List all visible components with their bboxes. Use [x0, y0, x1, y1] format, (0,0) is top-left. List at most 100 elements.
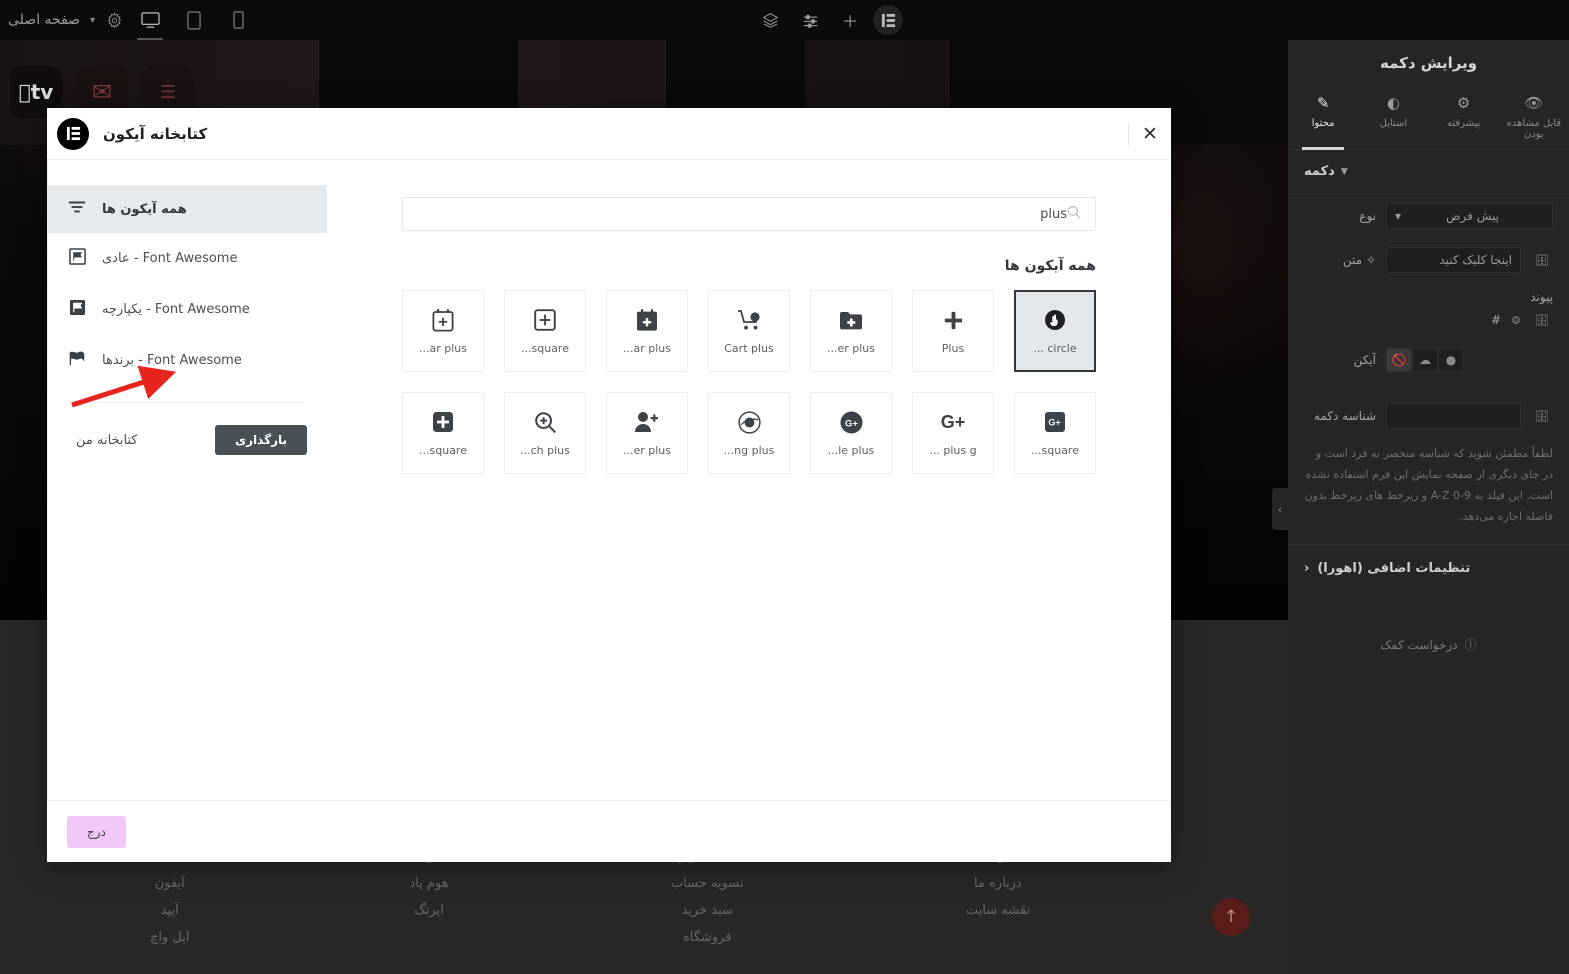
icon-choices: 🚫 ☁ ●: [1386, 348, 1553, 372]
help-request-link[interactable]: درخواست کمک ⓘ: [1288, 636, 1569, 653]
tab-label: پیشرفته: [1446, 118, 1481, 129]
chevron-down-icon: ▾: [1395, 209, 1402, 223]
icon-cell-search-plus[interactable]: ...ch plus: [504, 392, 586, 474]
sidebar-item-all-icons[interactable]: همه آیکون ها: [48, 185, 327, 233]
gear-icon: ⚙: [1456, 94, 1471, 112]
insert-button[interactable]: درج: [67, 815, 126, 848]
close-icon[interactable]: ✕: [1129, 108, 1171, 160]
icon-cell-google-plus-g[interactable]: G+ ... plus g: [912, 392, 994, 474]
tab-style[interactable]: ◐ استایل: [1358, 86, 1428, 149]
tab-visibility[interactable]: 👁 قابل مشاهده بودن: [1499, 86, 1569, 149]
sidebar-item-label: Font Awesome - عادی: [102, 251, 238, 266]
footer-link[interactable]: ایرتگ: [414, 903, 444, 918]
search-wrapper: plus: [327, 197, 1171, 231]
tab-content[interactable]: ✎ محتوا: [1288, 86, 1358, 150]
database-icon[interactable]: 🗄: [1531, 404, 1553, 428]
footer-link[interactable]: آیفون: [155, 876, 185, 891]
footer-link[interactable]: درباره ما: [974, 876, 1022, 891]
icon-cell-plus-square[interactable]: ...square: [504, 290, 586, 372]
type-select[interactable]: پیش فرض ▾: [1386, 203, 1553, 229]
elementor-panel: ویرایش دکمه ✎ محتوا ◐ استایل ⚙ پیشرفته 👁…: [1288, 40, 1569, 974]
device-mobile[interactable]: [221, 0, 255, 40]
panel-title: ویرایش دکمه: [1379, 54, 1478, 72]
section-extra-settings[interactable]: ‹ تنظیمات اضافی (اهورا): [1288, 545, 1569, 592]
icon-cell-user-plus[interactable]: ...er plus: [606, 392, 688, 474]
tab-label: محتوا: [1311, 118, 1335, 129]
chevron-down-icon: ▼: [1340, 166, 1348, 177]
dynamic-icon[interactable]: ✧: [1366, 253, 1376, 267]
section-button[interactable]: دکمه ▼: [1288, 150, 1569, 194]
icon-cell-plus[interactable]: Plus: [912, 290, 994, 372]
text-label: متن: [1342, 253, 1363, 267]
device-desktop[interactable]: [133, 0, 167, 40]
footer-link[interactable]: آیپد: [161, 903, 179, 918]
icon-cell-google-plus-square[interactable]: G+ ...square: [1014, 392, 1096, 474]
control-label: نوع: [1359, 209, 1376, 223]
section-label: دکمه: [1304, 164, 1335, 179]
icon-cell-plus-square-solid[interactable]: ...square: [402, 392, 484, 474]
hand-pointer-circle-icon: [1043, 308, 1067, 333]
button-id-help-text: لطفاً مطمئن شوید که شناسه منحصر به فرد ا…: [1288, 438, 1569, 545]
page-title[interactable]: صفحه اصلی: [0, 12, 88, 28]
footer-link[interactable]: تسویه حساب: [671, 876, 743, 891]
panel-collapse-handle[interactable]: ›: [1272, 488, 1288, 530]
link-options-icon[interactable]: ⚙: [1505, 308, 1527, 332]
icon-cell-folder-plus[interactable]: ...er plus: [810, 290, 892, 372]
my-library-row: کتابخانه من بارگذاری: [48, 403, 327, 455]
device-tablet[interactable]: [177, 0, 211, 40]
tab-advanced[interactable]: ⚙ پیشرفته: [1429, 86, 1499, 149]
text-input[interactable]: اینجا کلیک کنید: [1386, 247, 1521, 273]
svg-text:G+: G+: [845, 418, 858, 429]
icon-label: ...ng plus: [723, 443, 775, 457]
button-id-input[interactable]: [1386, 403, 1521, 429]
icon-cell-hand-pointer-circle[interactable]: ... circle: [1014, 290, 1096, 372]
elementor-logo-icon[interactable]: [873, 5, 904, 35]
control-label: ✧ متن: [1304, 253, 1376, 267]
footer-link[interactable]: سبد خرید: [682, 903, 733, 918]
modal-body: همه آیکون ها Font Awesome - عادی Font Aw…: [47, 160, 1171, 800]
icon-cell-internet-explorer-plus[interactable]: ...ng plus: [708, 392, 790, 474]
icon-label: ...er plus: [622, 443, 672, 457]
calendar-plus-regular-icon: [432, 308, 454, 333]
upload-button[interactable]: بارگذاری: [215, 425, 307, 455]
chevron-down-icon[interactable]: ▾: [90, 15, 95, 26]
footer-link[interactable]: اپل واچ: [150, 930, 190, 945]
footer-link[interactable]: فروشگاه: [683, 930, 732, 945]
modal-footer: درج: [47, 800, 1171, 862]
svg-text:G+: G+: [941, 412, 966, 432]
sliders-icon[interactable]: [793, 3, 827, 37]
topbar-right-tools: ＋: [753, 3, 915, 37]
control-type: نوع پیش فرض ▾: [1288, 194, 1569, 238]
database-icon[interactable]: 🗄: [1531, 308, 1553, 332]
icon-upload-button[interactable]: ☁: [1412, 348, 1438, 372]
search-value: plus: [1040, 206, 1067, 222]
icon-cell-cart-plus[interactable]: Cart plus: [708, 290, 790, 372]
question-circle-icon: ⓘ: [1464, 638, 1477, 652]
control-label: آیکن: [1353, 353, 1376, 367]
cart-plus-icon: [737, 308, 762, 333]
modal-header: کتابخانه آیکون ✕: [47, 108, 1171, 160]
layers-icon[interactable]: [753, 3, 787, 37]
gear-icon[interactable]: [97, 3, 131, 37]
sidebar-item-fa-solid[interactable]: Font Awesome - یکپارچه: [48, 284, 327, 335]
sidebar-item-fa-brands[interactable]: Font Awesome - برندها: [48, 335, 327, 386]
footer-link[interactable]: هوم پاد: [409, 876, 448, 891]
icon-cell-google-plus-circle[interactable]: G+ ...le plus: [810, 392, 892, 474]
database-icon[interactable]: 🗄: [1531, 248, 1553, 272]
link-input[interactable]: #: [1304, 313, 1501, 327]
icon-cell-calendar-plus-solid[interactable]: ...ar plus: [606, 290, 688, 372]
eye-icon: 👁: [1524, 94, 1544, 112]
flag-brands-icon: [66, 350, 88, 371]
sidebar-item-fa-regular[interactable]: Font Awesome - عادی: [48, 233, 327, 284]
plus-icon[interactable]: ＋: [833, 3, 867, 37]
icon-library-button[interactable]: ●: [1438, 348, 1464, 372]
back-to-top-button[interactable]: ↑: [1212, 898, 1250, 936]
footer-link[interactable]: نقشه سایت: [966, 903, 1030, 918]
flag-solid-icon: [66, 299, 88, 320]
sidebar-item-label: همه آیکون ها: [102, 201, 187, 217]
icon-none-button[interactable]: 🚫: [1386, 348, 1412, 372]
control-button-id: شناسه دکمه 🗄: [1288, 381, 1569, 438]
icon-label: ...ar plus: [419, 341, 467, 355]
search-input[interactable]: plus: [402, 197, 1096, 231]
icon-cell-calendar-plus-regular[interactable]: ...ar plus: [402, 290, 484, 372]
